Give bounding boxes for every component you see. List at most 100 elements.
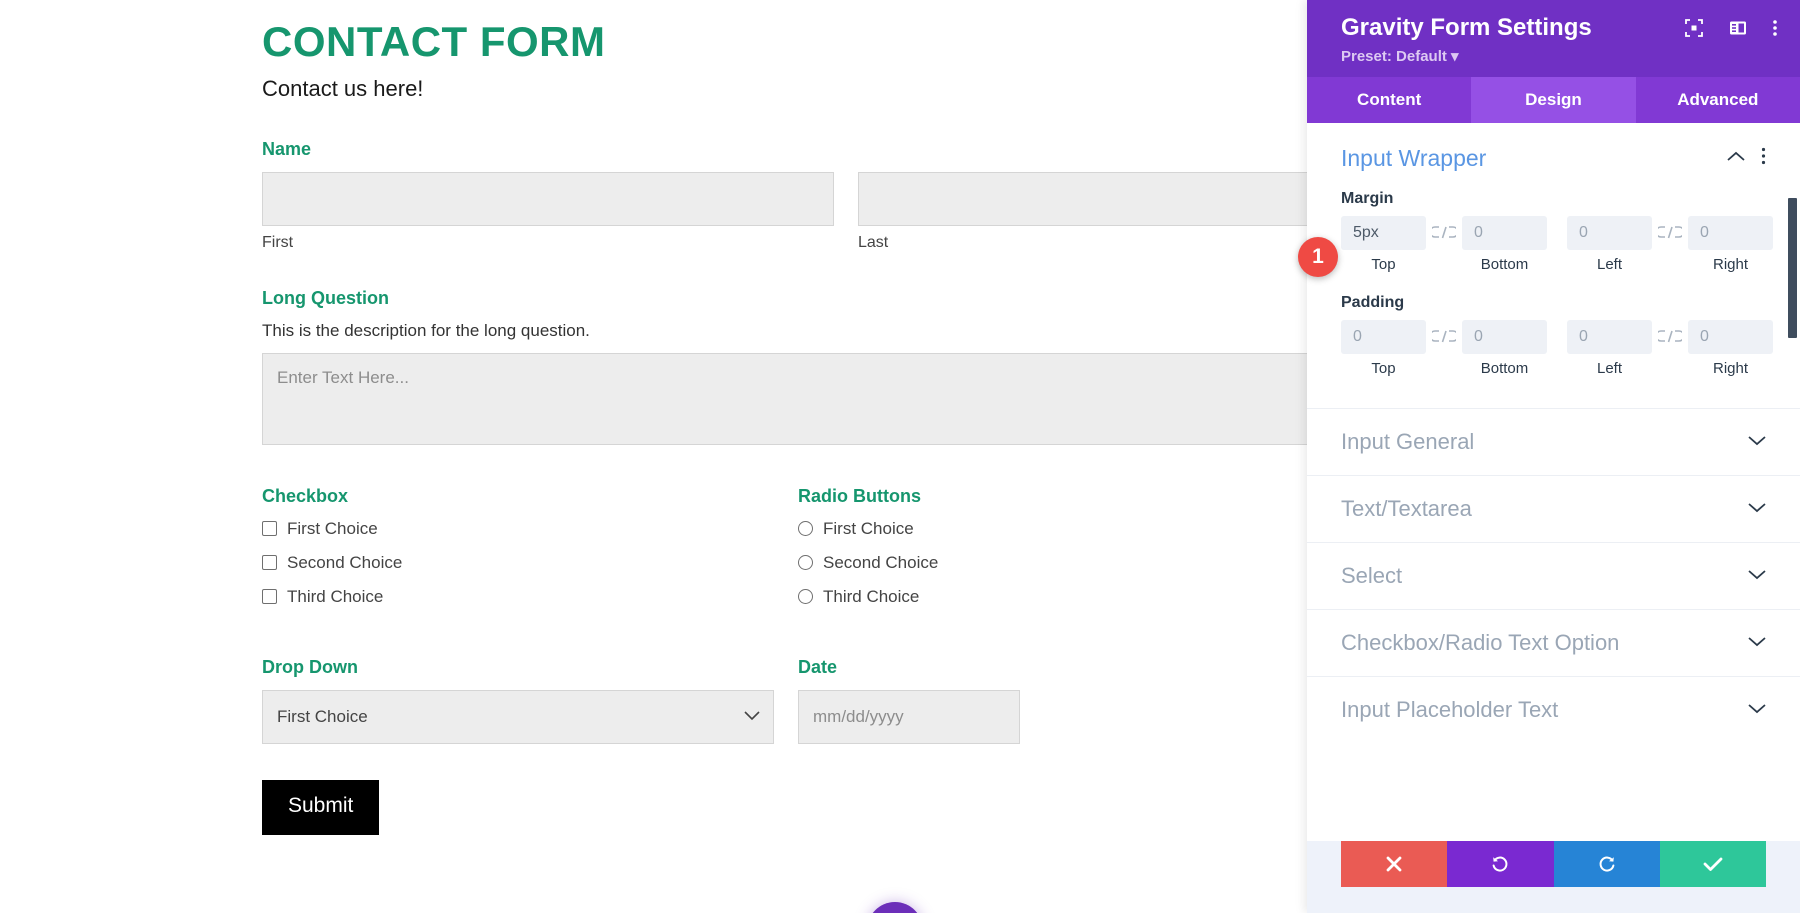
field-radio-label: Radio Buttons — [798, 485, 921, 506]
redo-icon — [1597, 854, 1617, 874]
page-title: CONTACT FORM — [262, 18, 606, 65]
margin-bottom-input[interactable] — [1462, 215, 1547, 250]
checkbox-icon[interactable] — [262, 589, 277, 605]
margin-right-input[interactable] — [1688, 215, 1773, 250]
chevron-down-icon[interactable] — [1748, 433, 1766, 451]
field-name-first: First — [262, 171, 834, 252]
section-more-options-icon[interactable] — [1761, 147, 1766, 170]
name-first-input[interactable] — [262, 171, 834, 226]
redo-button[interactable] — [1553, 841, 1660, 887]
preset-caret-icon: ▾ — [1451, 47, 1459, 65]
radio-option-label: Second Choice — [823, 552, 939, 572]
padding-top-label: Top — [1371, 359, 1396, 377]
field-dropdown-label: Drop Down — [262, 656, 358, 677]
link-margin-leftright-icon[interactable] — [1652, 225, 1688, 239]
chevron-down-icon[interactable] — [1748, 701, 1766, 719]
chevron-down-icon[interactable] — [1748, 567, 1766, 585]
submit-button[interactable]: Submit — [262, 779, 380, 835]
chevron-up-icon[interactable] — [1727, 149, 1745, 167]
field-dropdown: Drop Down First Choice Second Choice Thi… — [262, 657, 774, 744]
date-input[interactable] — [798, 689, 1020, 744]
field-radio: Radio Buttons First Choice Second Choice… — [798, 486, 1310, 621]
margin-bottom-label: Bottom — [1480, 255, 1529, 273]
checkbox-option[interactable]: Third Choice — [262, 587, 774, 607]
save-button[interactable] — [1659, 841, 1766, 887]
chevron-down-icon[interactable] — [1748, 500, 1766, 518]
link-padding-leftright-icon[interactable] — [1652, 329, 1688, 343]
margin-left-label: Left — [1596, 255, 1623, 273]
padding-bottom-input[interactable] — [1462, 319, 1547, 354]
padding-bottom-label: Bottom — [1480, 359, 1529, 377]
link-padding-topbottom-icon[interactable] — [1426, 329, 1462, 343]
margin-top-input[interactable] — [1341, 215, 1426, 250]
radio-option[interactable]: First Choice — [798, 519, 1310, 539]
undo-button[interactable] — [1447, 841, 1554, 887]
radio-option[interactable]: Third Choice — [798, 587, 1310, 607]
radio-icon[interactable] — [798, 555, 813, 571]
padding-controls: Top Bottom — [1341, 319, 1773, 380]
padding-left-input[interactable] — [1567, 319, 1652, 354]
panel-tabs: Content Design Advanced — [1307, 76, 1800, 123]
section-select[interactable]: Select — [1307, 541, 1800, 609]
checkbox-option-label: First Choice — [287, 518, 378, 538]
panel-layout-icon[interactable] — [1728, 18, 1748, 38]
radio-options-list: First Choice Second Choice Third Choice — [798, 519, 1310, 607]
link-margin-topbottom-icon[interactable] — [1426, 225, 1462, 239]
margin-left-input[interactable] — [1567, 215, 1652, 250]
checkbox-option[interactable]: First Choice — [262, 519, 774, 539]
tab-advanced[interactable]: Advanced — [1636, 77, 1800, 123]
radio-icon[interactable] — [798, 589, 813, 605]
field-checkbox-label: Checkbox — [262, 485, 349, 506]
more-options-icon[interactable] — [1772, 18, 1778, 38]
check-icon — [1703, 856, 1723, 872]
chevron-down-icon[interactable] — [1748, 634, 1766, 652]
margin-top-label: Top — [1371, 255, 1396, 273]
tab-design[interactable]: Design — [1471, 76, 1636, 123]
field-long-question-label: Long Question — [262, 287, 389, 308]
gravity-form-settings-panel: Gravity Form Settings Preset: Default ▾ … — [1307, 0, 1800, 913]
dropdown-select[interactable]: First Choice Second Choice Third Choice — [262, 689, 774, 744]
section-input-placeholder-text-title: Input Placeholder Text — [1341, 696, 1559, 722]
section-input-placeholder-text[interactable]: Input Placeholder Text — [1307, 675, 1800, 743]
name-first-sublabel: First — [262, 233, 294, 251]
focus-target-icon[interactable] — [1684, 18, 1704, 38]
discard-changes-button[interactable] — [1341, 841, 1448, 887]
checkbox-option[interactable]: Second Choice — [262, 553, 774, 573]
checkbox-icon[interactable] — [262, 521, 277, 537]
checkbox-icon[interactable] — [262, 555, 277, 571]
section-input-general[interactable]: Input General — [1307, 407, 1800, 475]
long-question-textarea[interactable] — [262, 352, 1310, 445]
margin-label: Margin — [1341, 189, 1394, 207]
form-subtitle: Contact us here! — [262, 76, 424, 102]
dropdown-date-row: Drop Down First Choice Second Choice Thi… — [262, 657, 1310, 744]
preset-selector[interactable]: Preset: Default ▾ — [1341, 47, 1778, 65]
padding-left-label: Left — [1596, 359, 1623, 377]
radio-icon[interactable] — [798, 521, 813, 537]
panel-footer-actions — [1341, 841, 1766, 887]
section-input-general-title: Input General — [1341, 428, 1475, 454]
field-name: Name First Last — [262, 139, 1310, 252]
section-text-textarea-title: Text/Textarea — [1341, 495, 1472, 521]
name-last-input[interactable] — [858, 171, 1310, 226]
margin-controls: Top Bottom — [1341, 215, 1773, 276]
field-long-question-description: This is the description for the long que… — [262, 320, 590, 340]
step-marker-1: 1 — [1298, 237, 1338, 277]
choices-row: Checkbox First Choice Second Choice Thir… — [262, 486, 1310, 621]
tab-content[interactable]: Content — [1307, 77, 1471, 123]
radio-option-label: Third Choice — [823, 586, 920, 606]
panel-body: Input Wrapper Margin 5px Top 0 Bottom 0 … — [1307, 122, 1800, 841]
padding-right-input[interactable] — [1688, 319, 1773, 354]
field-long-question: Long Question This is the description fo… — [262, 288, 1310, 450]
section-input-wrapper: Input Wrapper Margin 5px Top 0 Bottom 0 … — [1307, 123, 1800, 408]
radio-option[interactable]: Second Choice — [798, 553, 1310, 573]
padding-top-input[interactable] — [1341, 319, 1426, 354]
section-text-textarea[interactable]: Text/Textarea — [1307, 474, 1800, 542]
field-name-last: Last — [858, 171, 1310, 252]
padding-label: Padding — [1341, 293, 1405, 311]
padding-right-label: Right — [1712, 359, 1749, 377]
panel-title: Gravity Form Settings — [1341, 14, 1592, 41]
panel-scrollbar-thumb[interactable] — [1788, 197, 1797, 338]
name-last-sublabel: Last — [858, 233, 889, 251]
section-checkbox-radio-text-option[interactable]: Checkbox/Radio Text Option — [1307, 608, 1800, 676]
section-input-wrapper-title: Input Wrapper — [1341, 144, 1487, 171]
